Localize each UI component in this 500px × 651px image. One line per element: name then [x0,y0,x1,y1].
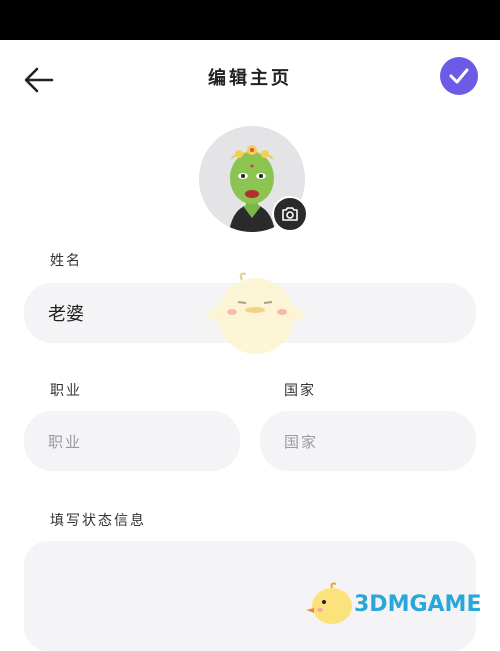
mascot-watermark-icon [204,272,306,354]
job-field[interactable] [24,411,240,471]
confirm-button[interactable] [440,57,478,95]
country-field[interactable] [260,411,476,471]
site-watermark: 3DMGAME [306,580,496,628]
name-label: 姓名 [50,253,82,269]
check-icon [449,68,469,84]
change-avatar-button[interactable] [272,196,308,232]
chick-logo-icon [306,582,352,624]
avatar-container [199,126,308,234]
job-label: 职业 [50,383,82,399]
status-bar [0,0,500,40]
header: 编辑主页 [0,40,500,120]
status-label: 填写状态信息 [50,513,146,529]
camera-icon [282,207,298,221]
page-title: 编辑主页 [208,68,292,89]
country-label: 国家 [284,383,316,399]
watermark-text: 3DMGAME [354,592,482,617]
